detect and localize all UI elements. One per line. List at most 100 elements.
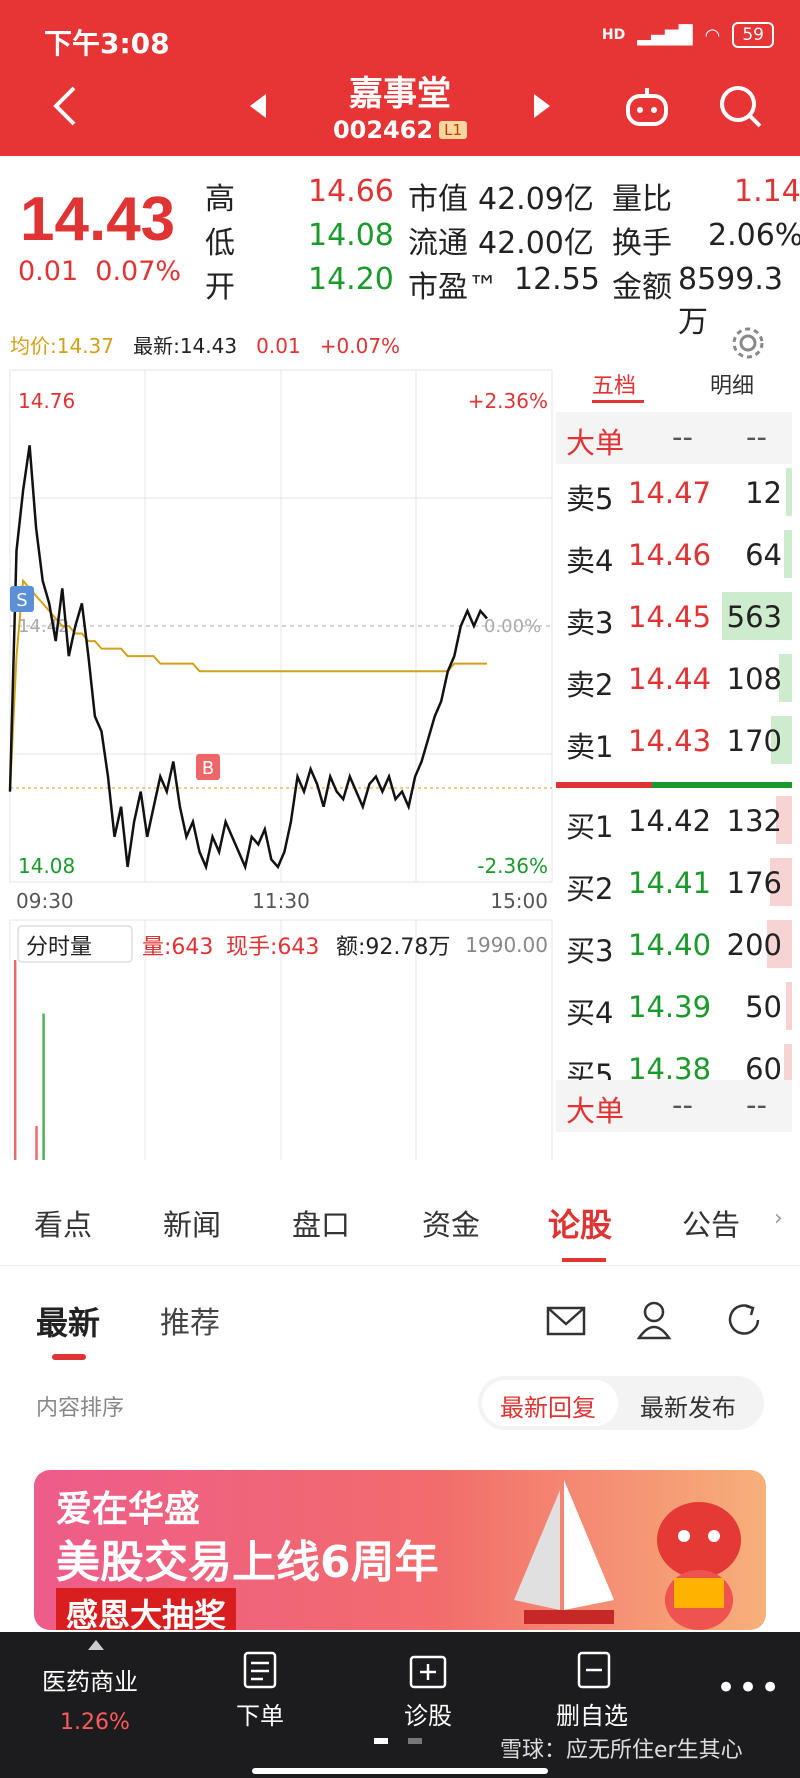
buy-marker-label: B	[202, 758, 214, 779]
remove-watchlist-button[interactable]: 删自选	[556, 1696, 628, 1731]
sort-toggle: 最新回复 最新发布	[478, 1376, 764, 1430]
buy-level-row: 买1 14.42 132	[556, 792, 792, 848]
remove-watchlist-icon[interactable]	[576, 1650, 612, 1690]
tab-discussion[interactable]: 论股	[548, 1200, 612, 1246]
level-label: 卖5	[566, 482, 614, 516]
promo-banner[interactable]: 爱在华盛 美股交易上线6周年 感恩大抽奖	[34, 1470, 766, 1630]
tab-active-underline	[562, 1258, 606, 1262]
high-value: 14.66	[308, 174, 394, 209]
tab-five-levels[interactable]: 五档	[592, 368, 636, 400]
buy-level-row: 买3 14.40 200	[556, 916, 792, 972]
bottom-toolbar: 医药商业 1.26% 下单 诊股 删自选 ••• 雪球：应无所住er生其心	[0, 1632, 800, 1778]
price-line	[8, 445, 488, 871]
big-order-row-2: 大单 -- --	[556, 1080, 792, 1132]
next-stock-icon[interactable]	[534, 94, 550, 118]
diagnose-icon[interactable]	[408, 1650, 448, 1690]
chart-bottom-right: -2.36%	[477, 854, 548, 878]
chart-top-left: 14.76	[18, 389, 75, 413]
user-icon[interactable]	[636, 1300, 672, 1340]
subtab-recommend[interactable]: 推荐	[160, 1298, 220, 1342]
level-badge: L1	[439, 121, 468, 139]
sort-latest-reply[interactable]: 最新回复	[500, 1388, 596, 1423]
message-icon[interactable]	[546, 1306, 586, 1336]
level-volume-bar	[786, 468, 792, 516]
order-book: 五档 明细 大单 -- -- 卖5 14.47 12 卖4 14.46 64 卖3 14.45…	[556, 360, 800, 1160]
sort-label: 内容排序	[36, 1396, 125, 1421]
amount-label: 金额	[612, 270, 672, 305]
level-label: 卖4	[566, 544, 614, 578]
chart-mid-right: 0.00%	[484, 616, 541, 637]
diagnose-button[interactable]: 诊股	[404, 1696, 452, 1731]
refresh-icon[interactable]	[724, 1300, 764, 1340]
tab-detail[interactable]: 明细	[710, 368, 754, 400]
order-button[interactable]: 下单	[236, 1696, 284, 1731]
tab-highlights[interactable]: 看点	[34, 1202, 92, 1244]
level-price: 14.43	[628, 724, 712, 758]
sell-level-row: 卖4 14.46 64	[556, 526, 792, 582]
mktcap-value: 42.09亿	[478, 182, 594, 217]
tab-market-depth[interactable]: 盘口	[292, 1202, 350, 1244]
sailboat-icon	[514, 1480, 614, 1624]
level-price: 14.39	[628, 990, 712, 1024]
intraday-chart[interactable]: 14.76 +2.36% 14.08 -2.36% 14.42 0.00% S …	[0, 360, 556, 1160]
volume-max: 1990.00	[465, 933, 548, 957]
buy-level-row: 买2 14.41 176	[556, 854, 792, 910]
tabs-more-arrow-icon[interactable]: ›	[774, 1206, 783, 1231]
time-mid: 11:30	[252, 889, 310, 913]
big-order-val1: --	[672, 420, 693, 454]
subtab-underline	[52, 1354, 86, 1360]
open-value: 14.20	[308, 262, 394, 297]
big-order-label-2: 大单	[566, 1094, 625, 1128]
big-order2-val2: --	[746, 1088, 767, 1122]
stock-code: 002462 L1	[0, 116, 800, 144]
sector-name[interactable]: 医药商业	[42, 1662, 138, 1697]
banner-line1: 爱在华盛	[56, 1489, 201, 1530]
pe-value: 12.55	[514, 262, 600, 297]
sell-level-row: 卖5 14.47 12	[556, 464, 792, 520]
settings-gear-icon[interactable]	[730, 325, 766, 361]
order-icon[interactable]	[242, 1650, 278, 1690]
volume-now: 现手:643	[226, 935, 319, 960]
search-icon[interactable]	[716, 82, 766, 132]
low-label: 低	[205, 226, 235, 261]
big-order2-val1: --	[672, 1088, 693, 1122]
sell-level-row: 卖2 14.44 108	[556, 650, 792, 706]
low-value: 14.08	[308, 218, 394, 253]
current-price: 14.43	[20, 185, 176, 254]
sort-latest-post[interactable]: 最新发布	[640, 1388, 736, 1423]
robot-icon[interactable]	[622, 82, 672, 132]
volratio-label: 量比	[612, 182, 672, 217]
big-order-row: 大单 -- --	[556, 412, 792, 464]
big-order-label: 大单	[566, 426, 625, 460]
big-order-val2: --	[746, 420, 767, 454]
buy-ratio-bar	[652, 782, 792, 788]
sector-pct: 1.26%	[60, 1710, 130, 1735]
level-price: 14.41	[628, 866, 712, 900]
banner-line3: 感恩大抽奖	[56, 1588, 237, 1630]
status-icons: HD ▂▄▆█ ◠ 59	[602, 22, 774, 48]
level-volume: 170	[726, 724, 782, 758]
stock-name: 嘉事堂	[349, 74, 451, 114]
price-change: 0.01 0.07%	[18, 256, 181, 287]
dragon-mascot-icon	[657, 1502, 741, 1630]
tab-announcements[interactable]: 公告	[682, 1202, 740, 1244]
level-volume: 64	[745, 538, 782, 572]
sector-expand-icon[interactable]	[88, 1640, 104, 1650]
network-label: HD	[601, 27, 626, 43]
level-price: 14.42	[628, 804, 712, 838]
level-label: 买2	[566, 872, 614, 906]
avg-price-line	[9, 578, 487, 792]
float-value: 42.00亿	[478, 226, 594, 261]
volume-bars	[14, 960, 45, 1160]
change-value: 0.01	[18, 256, 79, 287]
more-icon[interactable]: •••	[716, 1668, 782, 1708]
tab-funds[interactable]: 资金	[422, 1202, 480, 1244]
level-volume-bar	[785, 982, 792, 1030]
level-volume: 108	[726, 662, 782, 696]
level-label: 卖2	[566, 668, 614, 702]
tab-news[interactable]: 新闻	[163, 1202, 221, 1244]
top-header: 下午3:08 HD ▂▄▆█ ◠ 59 嘉事堂 002462 L1	[0, 0, 800, 156]
avg-price-text: 均价:14.37	[10, 334, 114, 358]
subtab-latest[interactable]: 最新	[36, 1298, 100, 1344]
volratio-value: 1.14	[734, 174, 800, 209]
